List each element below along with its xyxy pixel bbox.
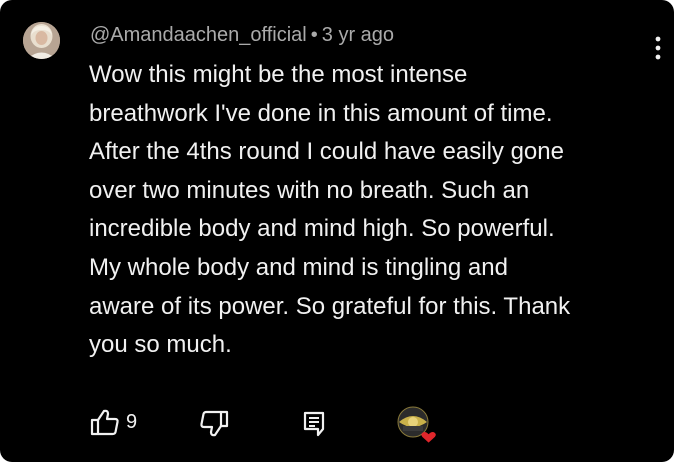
comment-text: Wow this might be the most intense breat… (89, 61, 571, 359)
author-handle[interactable]: @Amandaachen_official (90, 24, 307, 46)
like-count: 9 (126, 410, 138, 433)
meta-separator: • (310, 24, 318, 46)
thumb-up-icon (90, 409, 119, 436)
avatar[interactable] (23, 22, 60, 59)
thumb-down-icon (200, 410, 229, 437)
comment-card: @Amandaachen_official • 3 yr ago Wow this … (0, 0, 674, 462)
creator-heart-icon (395, 404, 441, 446)
comment-timestamp[interactable]: 3 yr ago (322, 24, 394, 46)
more-vertical-icon[interactable] (654, 36, 662, 60)
avatar-image (23, 22, 60, 59)
reply-button[interactable] (303, 411, 325, 437)
dislike-button[interactable] (199, 410, 229, 438)
comment-meta: @Amandaachen_official • 3 yr ago (90, 20, 394, 50)
like-button[interactable]: 9 (90, 408, 137, 436)
comment-reply-icon (303, 411, 325, 437)
